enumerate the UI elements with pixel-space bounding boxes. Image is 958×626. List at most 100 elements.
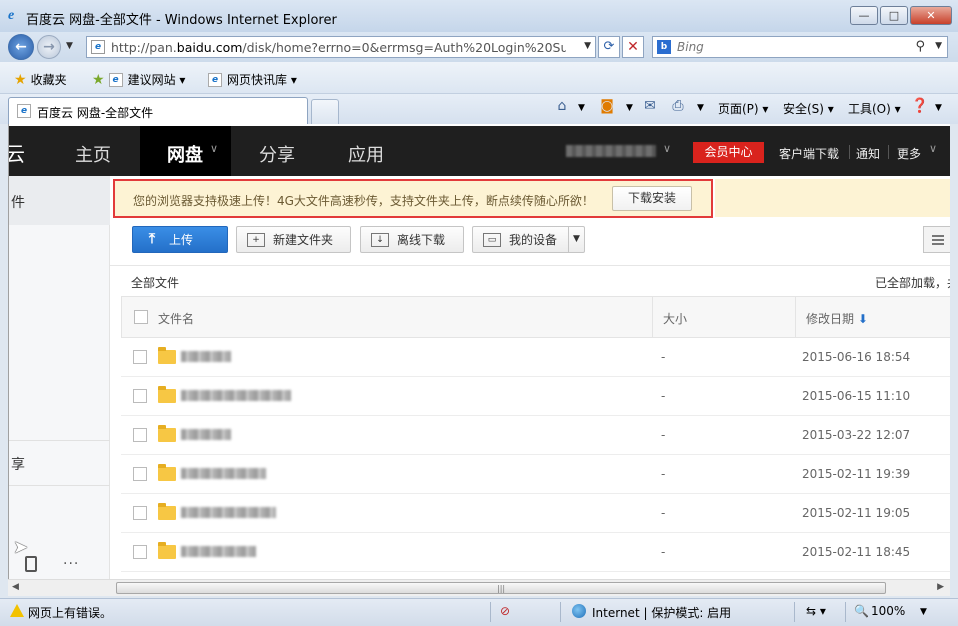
nav-share[interactable]: 分享	[259, 141, 295, 167]
vip-center-button[interactable]: 会员中心	[693, 142, 764, 163]
my-devices-button[interactable]: ▭ 我的设备 ▼	[472, 226, 585, 253]
feeds-icon[interactable]: ◙	[598, 98, 616, 116]
row-checkbox[interactable]	[133, 428, 147, 442]
back-button[interactable]: ←	[8, 34, 34, 60]
row-checkbox[interactable]	[133, 545, 147, 559]
nav-apps[interactable]: 应用	[348, 141, 384, 167]
history-dropdown-icon[interactable]: ▼	[66, 41, 73, 51]
load-status: 已全部加载，共	[875, 276, 950, 290]
file-modified-date: 2015-02-11 18:45	[802, 545, 911, 559]
new-tab-button[interactable]	[311, 99, 339, 124]
sidebar-item-share[interactable]: 享	[11, 454, 25, 474]
notifications-link[interactable]: 通知	[856, 145, 880, 162]
warning-icon[interactable]	[10, 604, 24, 617]
zoom-level[interactable]: 100%	[871, 604, 905, 618]
search-box[interactable]: b Bing ⚲ ▼	[652, 36, 948, 58]
column-header-modified[interactable]: 修改日期 ⬇	[806, 310, 868, 327]
table-row[interactable]: - 2015-06-16 18:54	[121, 338, 950, 377]
web-slice-gallery[interactable]: e 网页快讯库 ▾	[208, 71, 297, 88]
new-folder-label: 新建文件夹	[273, 233, 334, 247]
close-button[interactable]: ✕	[910, 6, 952, 25]
mouse-cursor-icon: ➤	[13, 537, 29, 558]
page-menu[interactable]: 页面(P) ▾	[718, 100, 768, 117]
print-icon[interactable]: ⎙	[669, 98, 687, 116]
ie-logo-icon: e	[8, 8, 15, 23]
mobile-phone-icon[interactable]	[25, 556, 37, 572]
select-all-checkbox[interactable]	[134, 310, 148, 324]
nav-divider	[849, 145, 850, 159]
download-install-button[interactable]: 下载安装	[612, 186, 692, 211]
file-name-blurred[interactable]	[181, 351, 231, 362]
internet-zone-icon	[572, 604, 586, 618]
search-icon[interactable]: ⚲	[915, 39, 925, 54]
horizontal-scrollbar[interactable]: ◀ ||| ▶	[8, 579, 950, 596]
feeds-dropdown-icon[interactable]: ▼	[626, 103, 633, 113]
address-dropdown-icon[interactable]: ▼	[584, 41, 591, 51]
table-row[interactable]: - 2015-02-11 18:45	[121, 533, 950, 572]
row-checkbox[interactable]	[133, 350, 147, 364]
print-dropdown-icon[interactable]: ▼	[697, 103, 704, 113]
zoom-dropdown-icon[interactable]: ▼	[920, 607, 927, 617]
tab-baidu-pan[interactable]: e 百度云 网盘-全部文件	[8, 97, 308, 124]
window-right-edge	[950, 124, 958, 596]
suggested-sites[interactable]: ★ e 建议网站 ▾	[92, 71, 185, 88]
address-url[interactable]: http://pan.baidu.com/disk/home?errno=0&e…	[111, 40, 566, 55]
devices-dropdown-icon[interactable]: ▼	[568, 227, 584, 252]
my-devices-label: 我的设备	[509, 233, 558, 247]
accelerator-icon[interactable]: ⇆ ▾	[806, 604, 826, 618]
offline-download-button[interactable]: ↓ 离线下载	[360, 226, 464, 253]
row-checkbox[interactable]	[133, 506, 147, 520]
column-header-name[interactable]: 文件名	[158, 310, 194, 327]
client-download-link[interactable]: 客户端下载	[779, 145, 839, 162]
username-blurred[interactable]	[566, 145, 656, 157]
table-row[interactable]: - 2015-03-22 12:07	[121, 416, 950, 455]
file-name-blurred[interactable]	[181, 429, 231, 440]
list-view-toggle[interactable]	[923, 226, 950, 253]
maximize-button[interactable]: □	[880, 6, 908, 25]
site-logo[interactable]: 云	[9, 138, 25, 167]
star-icon: ★	[14, 71, 27, 88]
nav-netdisk[interactable]: 网盘	[167, 141, 203, 167]
table-row[interactable]: - 2015-06-15 11:10	[121, 377, 950, 416]
more-dots-icon[interactable]: ···	[63, 556, 79, 572]
privacy-icon[interactable]: ⊘	[500, 604, 510, 618]
file-name-blurred[interactable]	[181, 390, 291, 401]
scrollbar-thumb[interactable]: |||	[116, 582, 886, 594]
zoom-icon[interactable]: 🔍	[854, 604, 869, 618]
home-icon[interactable]: ⌂	[553, 98, 571, 116]
file-name-blurred[interactable]	[181, 546, 256, 557]
stop-button[interactable]: ✕	[622, 36, 644, 58]
page-error-text[interactable]: 网页上有错误。	[28, 604, 112, 621]
row-checkbox[interactable]	[133, 389, 147, 403]
upload-button[interactable]: ⤒ 上传	[132, 226, 228, 253]
chevron-down-icon[interactable]: ∨	[210, 142, 218, 155]
help-dropdown-icon[interactable]: ▼	[935, 103, 942, 113]
breadcrumb[interactable]: 全部文件	[131, 274, 179, 291]
tools-menu[interactable]: 工具(O) ▾	[848, 100, 901, 117]
file-name-blurred[interactable]	[181, 468, 266, 479]
user-chevron-down-icon[interactable]: ∨	[663, 142, 671, 155]
column-header-size[interactable]: 大小	[663, 310, 687, 327]
minimize-button[interactable]: —	[850, 6, 878, 25]
table-row[interactable]: - 2015-02-11 19:39	[121, 455, 950, 494]
more-link[interactable]: 更多	[897, 145, 921, 162]
nav-home[interactable]: 主页	[75, 141, 111, 167]
new-folder-button[interactable]: + 新建文件夹	[236, 226, 351, 253]
file-name-blurred[interactable]	[181, 507, 276, 518]
scroll-left-arrow-icon[interactable]: ◀	[12, 582, 19, 592]
refresh-button[interactable]: ⟳	[598, 36, 620, 58]
forward-button[interactable]: →	[37, 35, 61, 59]
search-dropdown-icon[interactable]: ▼	[935, 41, 942, 51]
mail-icon[interactable]: ✉	[641, 98, 659, 116]
help-icon[interactable]: ❓	[911, 98, 929, 116]
scroll-right-arrow-icon[interactable]: ▶	[937, 582, 944, 592]
row-checkbox[interactable]	[133, 467, 147, 481]
address-bar[interactable]: e http://pan.baidu.com/disk/home?errno=0…	[86, 36, 596, 58]
file-size: -	[661, 506, 666, 520]
safety-menu[interactable]: 安全(S) ▾	[783, 100, 834, 117]
home-dropdown-icon[interactable]: ▼	[578, 103, 585, 113]
table-row[interactable]: - 2015-02-11 19:05	[121, 494, 950, 533]
favorites-button[interactable]: ★ 收藏夹	[14, 71, 67, 88]
more-chevron-down-icon[interactable]: ∨	[929, 142, 937, 155]
sidebar-item-all-files[interactable]: 件	[9, 176, 110, 225]
